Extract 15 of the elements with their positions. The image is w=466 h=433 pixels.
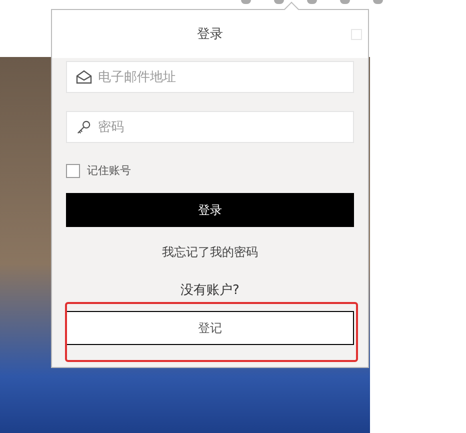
register-button[interactable]: 登记 — [66, 311, 354, 345]
panel-title: 登录 — [197, 26, 223, 43]
partial-icon[interactable] — [241, 0, 251, 4]
partial-icon[interactable] — [373, 0, 383, 4]
no-account-text: 没有账户? — [180, 282, 240, 299]
password-field[interactable]: 密码 — [66, 111, 354, 143]
forgot-password-link[interactable]: 我忘记了我的密码 — [162, 244, 258, 261]
partial-icon[interactable] — [274, 0, 284, 4]
partial-icon[interactable] — [340, 0, 350, 4]
remember-label: 记住账号 — [87, 163, 131, 178]
partial-icon[interactable] — [307, 0, 317, 4]
email-field[interactable]: 电子邮件地址 — [66, 61, 354, 93]
login-button[interactable]: 登录 — [66, 193, 354, 227]
square-icon[interactable] — [351, 29, 362, 40]
remember-checkbox[interactable] — [66, 164, 80, 178]
